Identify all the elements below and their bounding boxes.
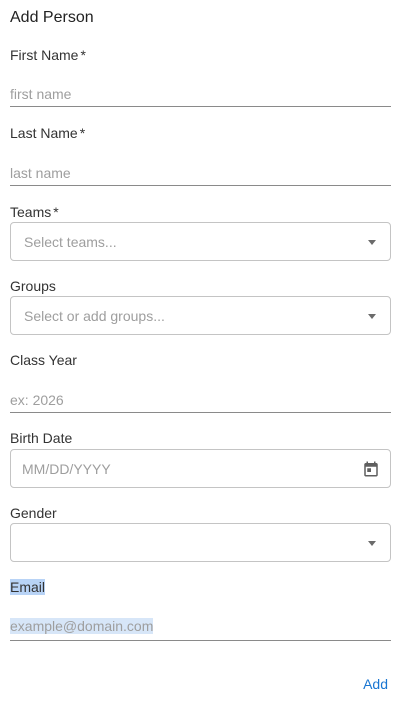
- gender-label: Gender: [10, 505, 57, 521]
- calendar-icon[interactable]: [362, 460, 380, 478]
- birth-date-placeholder: MM/DD/YYYY: [22, 461, 111, 477]
- caret-down-icon: [368, 240, 376, 245]
- birth-date-field[interactable]: MM/DD/YYYY: [10, 449, 391, 488]
- add-button[interactable]: Add: [363, 676, 388, 692]
- caret-down-icon: [368, 541, 376, 546]
- groups-label: Groups: [10, 278, 56, 294]
- first-name-label: First Name *: [10, 47, 86, 63]
- groups-select[interactable]: Select or add groups...: [10, 296, 391, 335]
- email-label: Email: [10, 579, 46, 595]
- caret-down-icon: [368, 314, 376, 319]
- teams-select[interactable]: Select teams...: [10, 222, 391, 261]
- class-year-input[interactable]: [10, 388, 391, 413]
- required-marker: *: [80, 47, 86, 63]
- teams-placeholder: Select teams...: [24, 234, 117, 250]
- last-name-input[interactable]: [10, 161, 391, 186]
- teams-label: Teams *: [10, 204, 59, 220]
- last-name-label: Last Name *: [10, 125, 86, 141]
- first-name-input[interactable]: [10, 82, 391, 107]
- email-placeholder: example@domain.com: [10, 618, 154, 634]
- groups-placeholder: Select or add groups...: [24, 308, 165, 324]
- form-title: Add Person: [10, 9, 94, 26]
- class-year-label: Class Year: [10, 352, 77, 368]
- birth-date-label: Birth Date: [10, 430, 73, 446]
- required-marker: *: [53, 204, 59, 220]
- required-marker: *: [79, 125, 86, 141]
- email-input[interactable]: example@domain.com: [10, 616, 391, 641]
- gender-select[interactable]: [10, 523, 391, 562]
